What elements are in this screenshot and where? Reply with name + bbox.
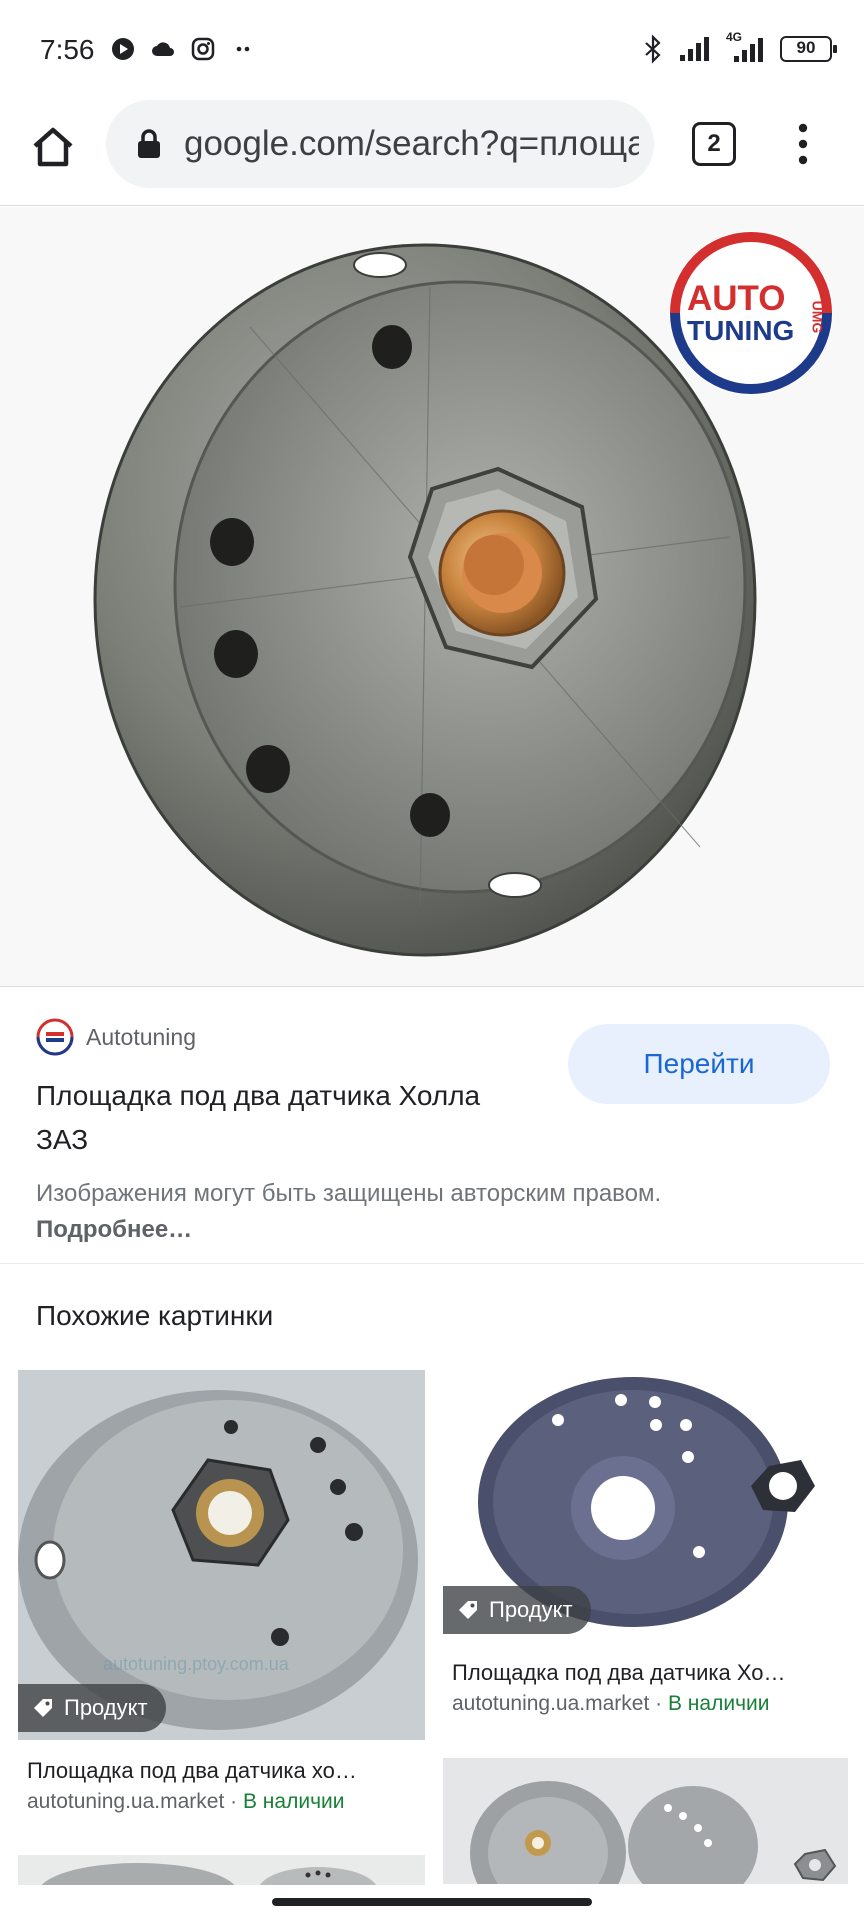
visit-button[interactable]: Перейти <box>568 1024 830 1104</box>
browser-toolbar: google.com/search?q=площадка под два дат… <box>0 100 864 206</box>
preview-image[interactable]: AUTO TUNING UMG <box>0 207 864 987</box>
autotuning-watermark-logo: AUTO TUNING UMG <box>665 227 837 399</box>
tab-switcher-button[interactable]: 2 <box>692 122 736 166</box>
similar-images-heading: Похожие картинки <box>36 1300 274 1331</box>
home-icon[interactable] <box>28 122 78 172</box>
similar-card-title[interactable]: Площадка под два датчика Хо… <box>452 1660 848 1686</box>
product-chip-label: Продукт <box>489 1597 573 1622</box>
cloud-icon <box>152 42 174 56</box>
similar-card-meta: autotuning.ua.market · В наличии <box>27 1790 344 1814</box>
instagram-icon <box>191 37 215 61</box>
meta-separator: · <box>224 1790 243 1813</box>
similar-image-card[interactable] <box>18 1855 425 1885</box>
product-chip: Продукт <box>18 1684 166 1732</box>
signal-4g-icon: 4G <box>726 30 768 64</box>
source-site-name[interactable]: Autotuning <box>86 1024 196 1051</box>
similar-image-card[interactable]: Продукт Площадка под два датчика Хо… aut… <box>443 1370 848 1716</box>
product-chip-label: Продукт <box>64 1695 148 1720</box>
url-text: google.com/search?q=площадка под два дат… <box>184 124 639 163</box>
meta-separator: · <box>649 1692 668 1715</box>
overflow-menu-icon[interactable] <box>790 120 816 168</box>
more-notifications-icon <box>236 46 250 52</box>
similar-image-thumbnail <box>443 1758 848 1884</box>
lock-icon <box>138 129 160 158</box>
similar-image-thumbnail <box>18 1855 425 1885</box>
similar-card-source: autotuning.ua.market <box>452 1692 650 1715</box>
status-time: 7:56 <box>40 34 95 65</box>
similar-image-card[interactable]: autotuning.ptoy.com.ua Продукт Площадка … <box>18 1370 425 1820</box>
similar-image-card[interactable] <box>443 1758 848 1884</box>
battery-indicator: 90 <box>780 36 837 62</box>
availability-badge: В наличии <box>667 1692 770 1715</box>
learn-more-link[interactable]: Подробнее… <box>36 1216 192 1243</box>
thumbnail-watermark: autotuning.ptoy.com.ua <box>103 1654 290 1674</box>
autotuning-favicon-icon <box>36 1018 74 1056</box>
logo-text-auto: AUTO <box>687 279 786 318</box>
signal-icon <box>680 37 709 61</box>
logo-text-umg: UMG <box>809 300 826 334</box>
similar-card-title[interactable]: Площадка под два датчика хо… <box>27 1758 425 1784</box>
media-notification-icon <box>112 38 134 60</box>
result-title[interactable]: Площадка под два датчика Холла ЗАЗ <box>36 1074 516 1162</box>
image-info-panel: Autotuning Площадка под два датчика Холл… <box>0 988 864 1264</box>
tag-icon <box>34 1699 52 1717</box>
status-bar: 7:56 4G 90 <box>0 0 864 100</box>
address-bar[interactable]: google.com/search?q=площадка под два дат… <box>106 100 654 188</box>
logo-text-tuning: TUNING <box>687 315 795 346</box>
bluetooth-icon <box>645 34 661 64</box>
similar-card-meta: autotuning.ua.market · В наличии <box>452 1692 769 1716</box>
gesture-navigation-bar[interactable] <box>272 1898 592 1906</box>
similar-card-source: autotuning.ua.market <box>27 1790 225 1813</box>
copyright-text: Изображения могут быть защищены авторски… <box>36 1180 662 1207</box>
tag-icon <box>459 1601 477 1619</box>
product-chip: Продукт <box>443 1586 591 1634</box>
availability-badge: В наличии <box>242 1790 345 1813</box>
copyright-notice: Изображения могут быть защищены авторски… <box>36 1176 736 1248</box>
